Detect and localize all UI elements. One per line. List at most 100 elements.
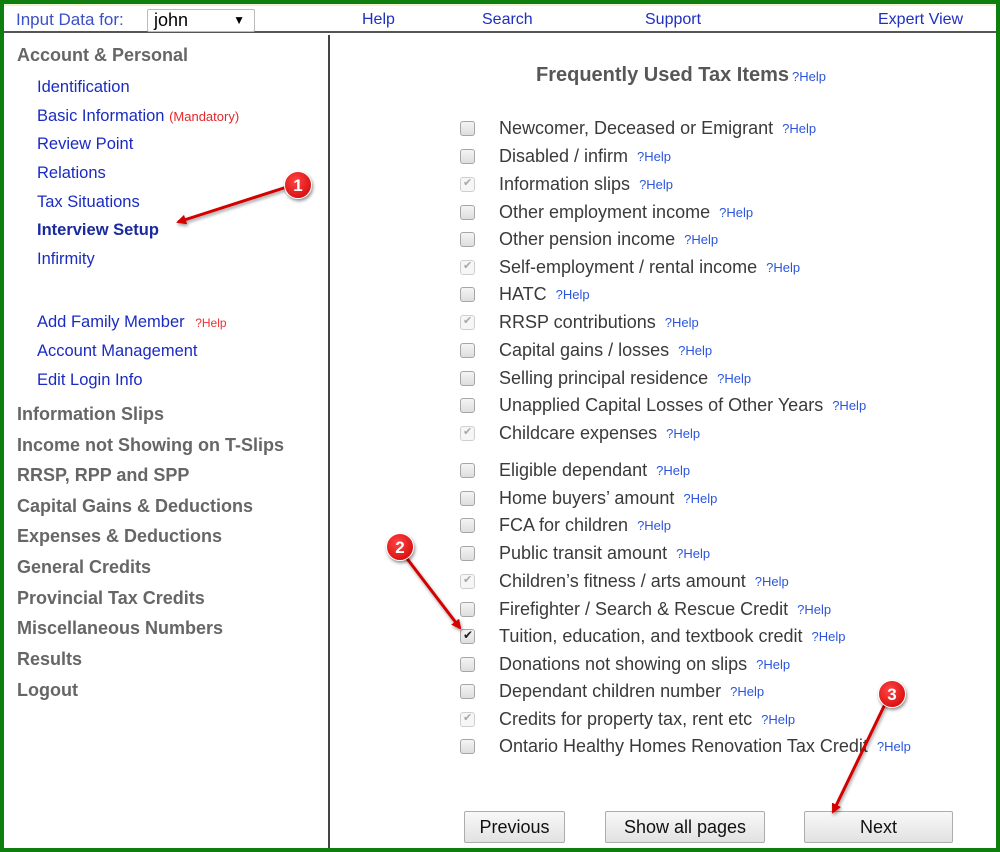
tax-item-row: Selling principal residence ?Help <box>460 367 751 389</box>
nav-basic-information[interactable]: Basic Information (Mandatory) <box>37 107 239 126</box>
section-income-not-on-tslips[interactable]: Income not Showing on T-Slips <box>17 435 284 456</box>
tax-item-label: Selling principal residence <box>499 367 709 388</box>
page-title-text: Frequently Used Tax Items <box>536 64 790 86</box>
tax-item-help-link[interactable]: ?Help <box>639 177 673 192</box>
section-general-credits[interactable]: General Credits <box>17 557 151 578</box>
next-button[interactable]: Next <box>804 811 953 843</box>
show-all-pages-button[interactable]: Show all pages <box>605 811 765 843</box>
tax-item-help-link[interactable]: ?Help <box>761 712 795 727</box>
section-rrsp-rpp-spp[interactable]: RRSP, RPP and SPP <box>17 465 189 486</box>
nav-relations[interactable]: Relations <box>37 164 106 183</box>
mandatory-note: (Mandatory) <box>169 109 240 124</box>
tax-item-checkbox[interactable] <box>460 738 475 754</box>
search-link[interactable]: Search <box>482 11 533 29</box>
tax-item-checkbox[interactable] <box>460 286 475 302</box>
tax-item-help-link[interactable]: ?Help <box>637 518 671 533</box>
tax-item-checkbox[interactable] <box>460 683 475 699</box>
tax-item-row: Other employment income ?Help <box>460 201 753 223</box>
tax-item-help-link[interactable]: ?Help <box>683 491 717 506</box>
tax-item-row: Unapplied Capital Losses of Other Years?… <box>460 394 866 416</box>
tax-item-help-link[interactable]: ?Help <box>556 287 590 302</box>
title-help-link[interactable]: ?Help <box>792 69 826 84</box>
nav-infirmity[interactable]: Infirmity <box>37 250 95 269</box>
tax-item-help-link[interactable]: ?Help <box>678 343 712 358</box>
tax-item-row: Donations not showing on slips ?Help <box>460 653 790 675</box>
nav-identification[interactable]: Identification <box>37 78 130 97</box>
tax-item-help-link[interactable]: ?Help <box>832 398 866 413</box>
tax-item-help-link[interactable]: ?Help <box>666 426 700 441</box>
tax-item-help-link[interactable]: ?Help <box>756 657 790 672</box>
tax-item-row: Firefighter / Search & Rescue Credit ?Hel… <box>460 598 831 620</box>
support-link[interactable]: Support <box>645 11 701 29</box>
tax-item-checkbox[interactable] <box>460 204 475 220</box>
tax-item-help-link[interactable]: ?Help <box>812 629 846 644</box>
tax-item-row: Credits for property tax, rent etc ?Help <box>460 708 795 730</box>
section-capital-gains[interactable]: Capital Gains & Deductions <box>17 496 253 517</box>
tax-item-checkbox[interactable] <box>460 545 475 561</box>
tax-item-checkbox[interactable] <box>460 490 475 506</box>
tax-item-help-link[interactable]: ?Help <box>717 371 751 386</box>
tax-item-checkbox[interactable] <box>460 148 475 164</box>
tax-item-help-link[interactable]: ?Help <box>719 205 753 220</box>
nav-edit-login-info[interactable]: Edit Login Info <box>37 371 143 390</box>
nav-account-management[interactable]: Account Management <box>37 342 198 361</box>
tax-item-help-link[interactable]: ?Help <box>665 315 699 330</box>
section-miscellaneous-numbers[interactable]: Miscellaneous Numbers <box>17 618 223 639</box>
tax-item-label: Childcare expenses <box>499 422 658 443</box>
section-account-personal[interactable]: Account & Personal <box>17 45 188 66</box>
tax-item-help-link[interactable]: ?Help <box>782 121 816 136</box>
annotation-badge-3: 3 <box>878 680 906 708</box>
tax-item-row: Information slips ?Help <box>460 173 673 195</box>
selected-user: john <box>154 10 189 30</box>
tax-item-help-link[interactable]: ?Help <box>656 463 690 478</box>
tax-item-checkbox[interactable] <box>460 517 475 533</box>
previous-button[interactable]: Previous <box>464 811 565 843</box>
tax-item-checkbox[interactable] <box>460 462 475 478</box>
section-expenses-deductions[interactable]: Expenses & Deductions <box>17 526 222 547</box>
tax-item-checkbox[interactable] <box>460 370 475 386</box>
user-select[interactable]: john ▼ <box>147 9 255 32</box>
tax-item-checkbox <box>460 573 475 589</box>
tax-item-checkbox <box>460 259 475 275</box>
tax-item-checkbox[interactable] <box>460 628 475 644</box>
tax-item-checkbox[interactable] <box>460 397 475 413</box>
add-family-help-link[interactable]: ?Help <box>195 316 226 330</box>
tax-item-row: RRSP contributions ?Help <box>460 311 699 333</box>
annotation-badge-1: 1 <box>284 171 312 199</box>
tax-item-checkbox[interactable] <box>460 342 475 358</box>
nav-add-family-member[interactable]: Add Family Member ?Help <box>37 313 227 332</box>
tax-item-label: Newcomer, Deceased or Emigrant <box>499 117 774 138</box>
tax-item-checkbox[interactable] <box>460 120 475 136</box>
tax-item-help-link[interactable]: ?Help <box>797 602 831 617</box>
nav-review-point[interactable]: Review Point <box>37 135 133 154</box>
help-link[interactable]: Help <box>362 11 395 29</box>
section-information-slips[interactable]: Information Slips <box>17 404 164 425</box>
tax-item-row: Children’s fitness / arts amount ?Help <box>460 570 789 592</box>
tax-item-help-link[interactable]: ?Help <box>730 684 764 699</box>
tax-item-help-link[interactable]: ?Help <box>755 574 789 589</box>
tax-item-label: Ontario Healthy Homes Renovation Tax Cre… <box>499 735 868 756</box>
tax-item-checkbox[interactable] <box>460 231 475 247</box>
tax-item-help-link[interactable]: ?Help <box>676 546 710 561</box>
main-panel: Frequently Used Tax Items ?Help Newcomer,… <box>332 35 996 848</box>
tax-item-help-link[interactable]: ?Help <box>766 260 800 275</box>
tax-item-row: Capital gains / losses ?Help <box>460 339 712 361</box>
tax-item-row: Newcomer, Deceased or Emigrant ?Help <box>460 117 816 139</box>
tax-item-help-link[interactable]: ?Help <box>684 232 718 247</box>
section-logout[interactable]: Logout <box>17 680 78 701</box>
tax-item-checkbox[interactable] <box>460 656 475 672</box>
tax-item-help-link[interactable]: ?Help <box>877 739 911 754</box>
tax-item-help-link[interactable]: ?Help <box>637 149 671 164</box>
section-results[interactable]: Results <box>17 649 82 670</box>
section-provincial-tax-credits[interactable]: Provincial Tax Credits <box>17 588 205 609</box>
tax-item-row: Disabled / infirm ?Help <box>460 145 671 167</box>
page-title: Frequently Used Tax Items ?Help <box>536 64 826 87</box>
tax-item-row: HATC ?Help <box>460 283 590 305</box>
nav-add-family-member-label: Add Family Member <box>37 313 185 331</box>
nav-interview-setup[interactable]: Interview Setup <box>37 221 159 240</box>
tax-item-label: Unapplied Capital Losses of Other Years <box>499 394 824 415</box>
expert-view-link[interactable]: Expert View <box>878 11 963 29</box>
tax-item-checkbox[interactable] <box>460 601 475 617</box>
tax-item-row: Eligible dependant ?Help <box>460 459 690 481</box>
nav-tax-situations[interactable]: Tax Situations <box>37 193 140 212</box>
